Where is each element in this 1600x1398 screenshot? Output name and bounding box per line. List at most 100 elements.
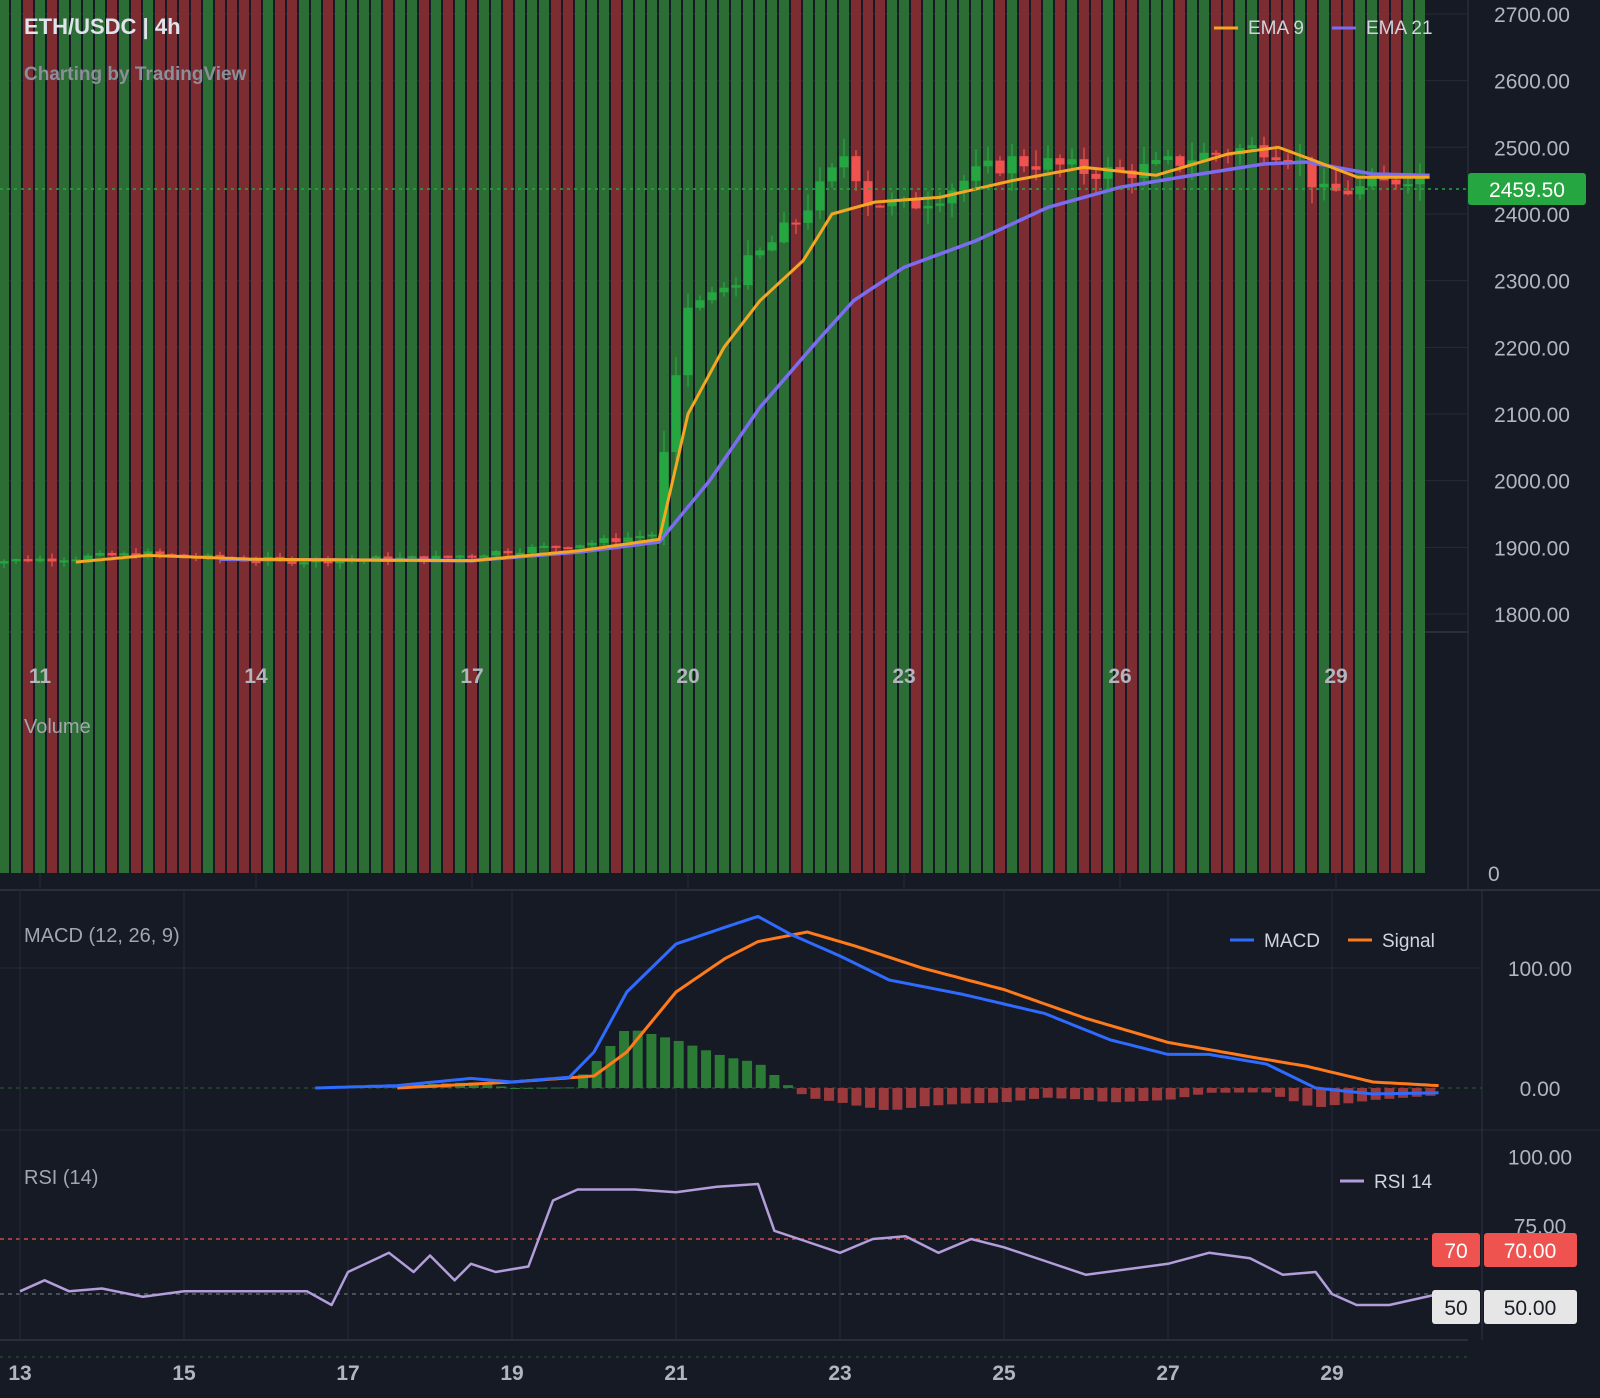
price-axis-tick-label: 1800.00 — [1494, 604, 1570, 627]
rsi-50-axis-label: 50.00 — [1504, 1297, 1557, 1320]
volume-bar-down — [155, 0, 165, 873]
volume-bar-up — [35, 0, 45, 873]
macd-histogram-bar-negative — [960, 1088, 971, 1104]
candle-body-up — [827, 167, 837, 182]
ema21-legend-label: EMA 21 — [1366, 18, 1433, 39]
candle-body-up — [839, 156, 849, 168]
volume-bar-up — [203, 0, 213, 873]
volume-bar-up — [767, 0, 777, 873]
candle-body-up — [743, 255, 753, 286]
candle-body-up — [707, 292, 717, 301]
volume-bar-down — [1031, 0, 1041, 873]
candle-body-down — [1175, 156, 1185, 166]
candle-body-up — [455, 555, 465, 558]
volume-bar-down — [1115, 0, 1125, 873]
volume-bar-up — [83, 0, 93, 873]
macd-histogram-bar-negative — [1193, 1088, 1204, 1095]
indicator-time-tick-label: 25 — [992, 1362, 1016, 1385]
macd-histogram-bar-negative — [1247, 1088, 1258, 1093]
rsi-70-inner-label: 70 — [1444, 1240, 1467, 1263]
volume-bar-up — [707, 0, 717, 873]
indicator-time-tick-label: 13 — [8, 1362, 31, 1385]
volume-bar-up — [779, 0, 789, 873]
candle-body-down — [551, 545, 561, 548]
candle-body-up — [1355, 186, 1365, 195]
volume-bar-down — [1079, 0, 1089, 873]
macd-legend-label: MACD — [1264, 931, 1320, 952]
macd-histogram-bar-positive — [687, 1045, 698, 1088]
volume-bar-up — [1139, 0, 1149, 873]
volume-bar-up — [1151, 0, 1161, 873]
volume-bar-down — [47, 0, 57, 873]
volume-bar-up — [683, 0, 693, 873]
candle-body-up — [407, 556, 417, 559]
macd-histogram-bar-negative — [810, 1088, 821, 1099]
candle-body-down — [23, 559, 33, 562]
volume-bar-down — [1055, 0, 1065, 873]
macd-histogram-bar-positive — [523, 1087, 534, 1089]
volume-bar-up — [59, 0, 69, 873]
macd-histogram-bar-positive — [714, 1054, 725, 1088]
candle-body-down — [251, 561, 261, 564]
price-axis-tick-label: 2200.00 — [1494, 337, 1570, 360]
volume-bar-down — [419, 0, 429, 873]
time-axis-tick-label: 11 — [29, 665, 52, 688]
volume-bar-down — [323, 0, 333, 873]
volume-bar-up — [971, 0, 981, 873]
volume-bar-up — [335, 0, 345, 873]
volume-bar-down — [167, 0, 177, 873]
volume-bar-up — [1403, 0, 1413, 873]
ema9-legend-label: EMA 9 — [1248, 18, 1304, 39]
volume-bar-up — [539, 0, 549, 873]
attribution-text[interactable]: Charting by TradingView — [24, 64, 247, 85]
macd-histogram-bar-positive — [701, 1050, 712, 1088]
volume-bar-up — [1319, 0, 1329, 873]
volume-bar-down — [287, 0, 297, 873]
time-axis-tick-label: 20 — [676, 665, 699, 688]
candle-body-up — [299, 562, 309, 565]
volume-bar-up — [827, 0, 837, 873]
volume-axis-tick-label: 0 — [1488, 863, 1500, 886]
macd-histogram-bar-negative — [919, 1088, 930, 1107]
candle-body-down — [611, 538, 621, 542]
volume-bar-up — [1199, 0, 1209, 873]
volume-bar-up — [371, 0, 381, 873]
volume-bar-down — [911, 0, 921, 873]
candle-body-up — [119, 553, 129, 556]
candle-body-up — [731, 285, 741, 288]
candle-body-up — [1367, 178, 1377, 187]
volume-bar-down — [875, 0, 885, 873]
macd-histogram-bar-negative — [1097, 1088, 1108, 1102]
volume-bar-up — [947, 0, 957, 873]
indicator-time-tick-label: 27 — [1156, 1362, 1179, 1385]
volume-bar-up — [983, 0, 993, 873]
candle-body-down — [1259, 145, 1269, 158]
candle-body-up — [695, 300, 705, 308]
candle-body-up — [587, 542, 597, 546]
macd-axis-tick-label: 100.00 — [1508, 958, 1572, 981]
price-axis-tick-label: 2000.00 — [1494, 471, 1570, 494]
volume-bar-down — [1211, 0, 1221, 873]
volume-bar-up — [935, 0, 945, 873]
candle-body-down — [1343, 190, 1353, 195]
macd-histogram-bar-positive — [660, 1037, 671, 1088]
volume-bar-up — [119, 0, 129, 873]
volume-title: Volume — [24, 716, 91, 738]
macd-histogram-bar-negative — [1056, 1088, 1067, 1099]
candle-body-up — [623, 537, 633, 542]
volume-bar-up — [635, 0, 645, 873]
macd-histogram-bar-negative — [796, 1088, 807, 1095]
macd-histogram-bar-positive — [537, 1087, 548, 1089]
candle-body-up — [923, 205, 933, 209]
rsi-70-axis-label: 70.00 — [1504, 1240, 1557, 1263]
macd-histogram-bar-negative — [1015, 1088, 1026, 1101]
price-axis-tick-label: 2400.00 — [1494, 204, 1570, 227]
volume-bar-up — [395, 0, 405, 873]
volume-bar-down — [227, 0, 237, 873]
macd-histogram-bar-negative — [1316, 1088, 1327, 1107]
volume-bar-down — [467, 0, 477, 873]
volume-bar-up — [11, 0, 21, 873]
volume-bar-down — [851, 0, 861, 873]
volume-bar-up — [1295, 0, 1305, 873]
macd-histogram-bar-negative — [947, 1088, 958, 1105]
